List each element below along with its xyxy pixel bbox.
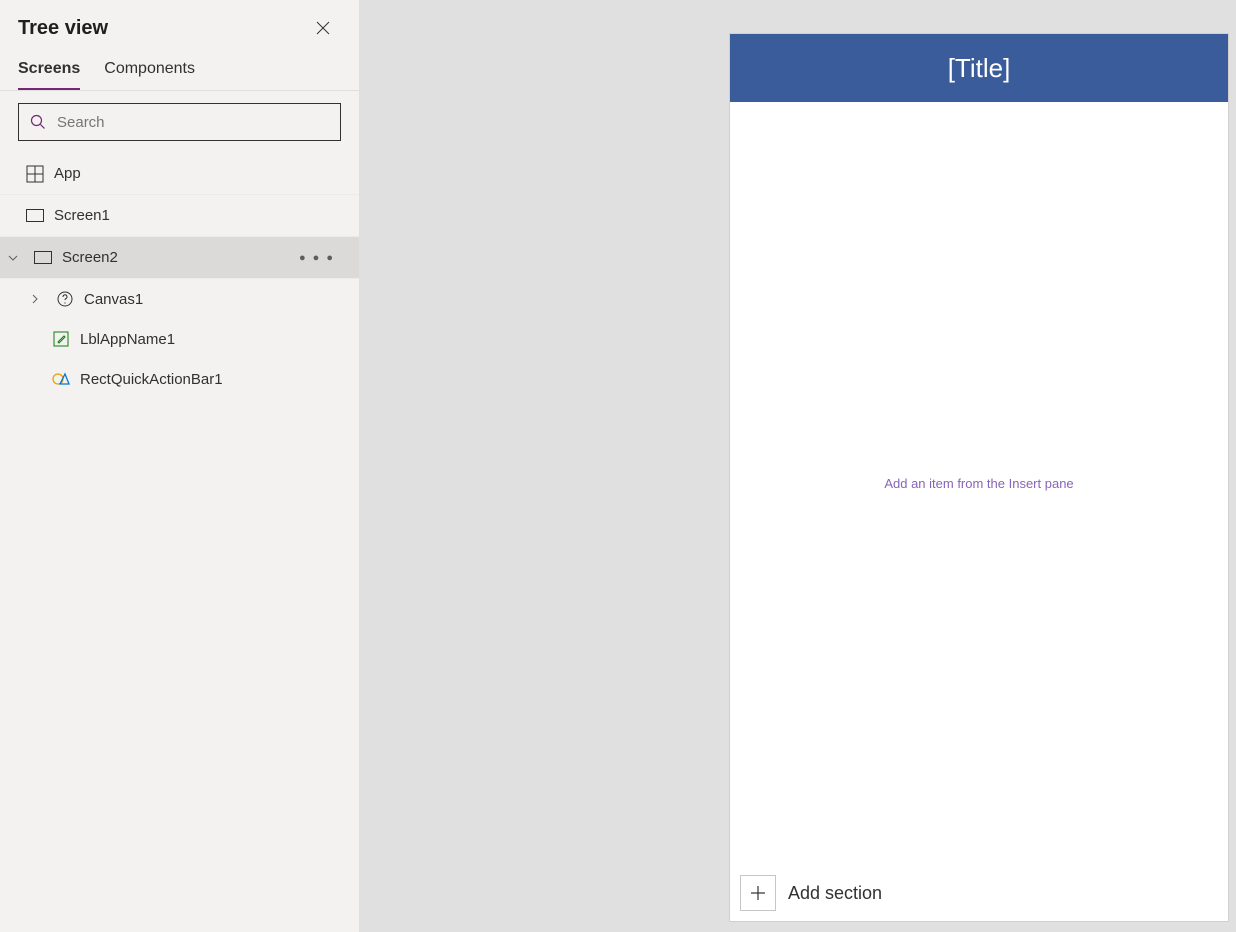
search-input[interactable] (47, 114, 330, 131)
help-circle-icon (56, 290, 74, 308)
tree-item-screen2[interactable]: Screen2 ● ● ● (0, 237, 359, 279)
screen-icon (26, 207, 44, 225)
canvas-workspace: [Title] Add an item from the Insert pane… (360, 0, 1236, 932)
tree-item-label: RectQuickActionBar1 (80, 371, 223, 388)
more-options-icon[interactable]: ● ● ● (299, 252, 347, 264)
tree-item-rectquickactionbar1[interactable]: RectQuickActionBar1 (0, 359, 359, 399)
add-section-label: Add section (788, 883, 882, 904)
tree-item-canvas1[interactable]: Canvas1 (0, 279, 359, 319)
tree-item-label: Screen2 (62, 249, 118, 266)
insert-hint-text: Add an item from the Insert pane (884, 476, 1073, 491)
chevron-down-icon[interactable] (6, 252, 20, 264)
label-edit-icon (52, 330, 70, 348)
panel-tabs: Screens Components (0, 52, 359, 91)
add-section-bar: Add section (730, 865, 1228, 921)
app-grid-icon (26, 165, 44, 183)
tree-item-label: Canvas1 (84, 291, 143, 308)
tree-item-label: LblAppName1 (80, 331, 175, 348)
close-panel-button[interactable] (307, 12, 339, 44)
tree-item-app[interactable]: App (0, 153, 359, 195)
chevron-right-icon[interactable] (28, 293, 42, 305)
tab-components[interactable]: Components (104, 52, 195, 90)
tree-item-label: App (54, 165, 81, 182)
tab-screens[interactable]: Screens (18, 52, 80, 90)
tree-item-screen1[interactable]: Screen1 (0, 195, 359, 237)
search-container (0, 91, 359, 153)
screen-icon (34, 249, 52, 267)
app-title-bar: [Title] (730, 34, 1228, 102)
panel-title: Tree view (18, 17, 108, 40)
tree-item-label: Screen1 (54, 207, 110, 224)
app-title-text: [Title] (948, 53, 1011, 84)
add-section-button[interactable] (740, 875, 776, 911)
plus-icon (749, 884, 767, 902)
panel-header: Tree view (0, 0, 359, 52)
shape-icon (52, 370, 70, 388)
search-box[interactable] (18, 103, 341, 141)
device-preview[interactable]: [Title] Add an item from the Insert pane… (730, 34, 1228, 921)
close-icon (315, 20, 331, 36)
device-body[interactable]: Add an item from the Insert pane (730, 102, 1228, 865)
search-icon (29, 113, 47, 131)
tree-item-lblappname1[interactable]: LblAppName1 (0, 319, 359, 359)
tree-list: App Screen1 Screen2 ● ● ● Ca (0, 153, 359, 932)
tree-view-panel: Tree view Screens Components App (0, 0, 360, 932)
